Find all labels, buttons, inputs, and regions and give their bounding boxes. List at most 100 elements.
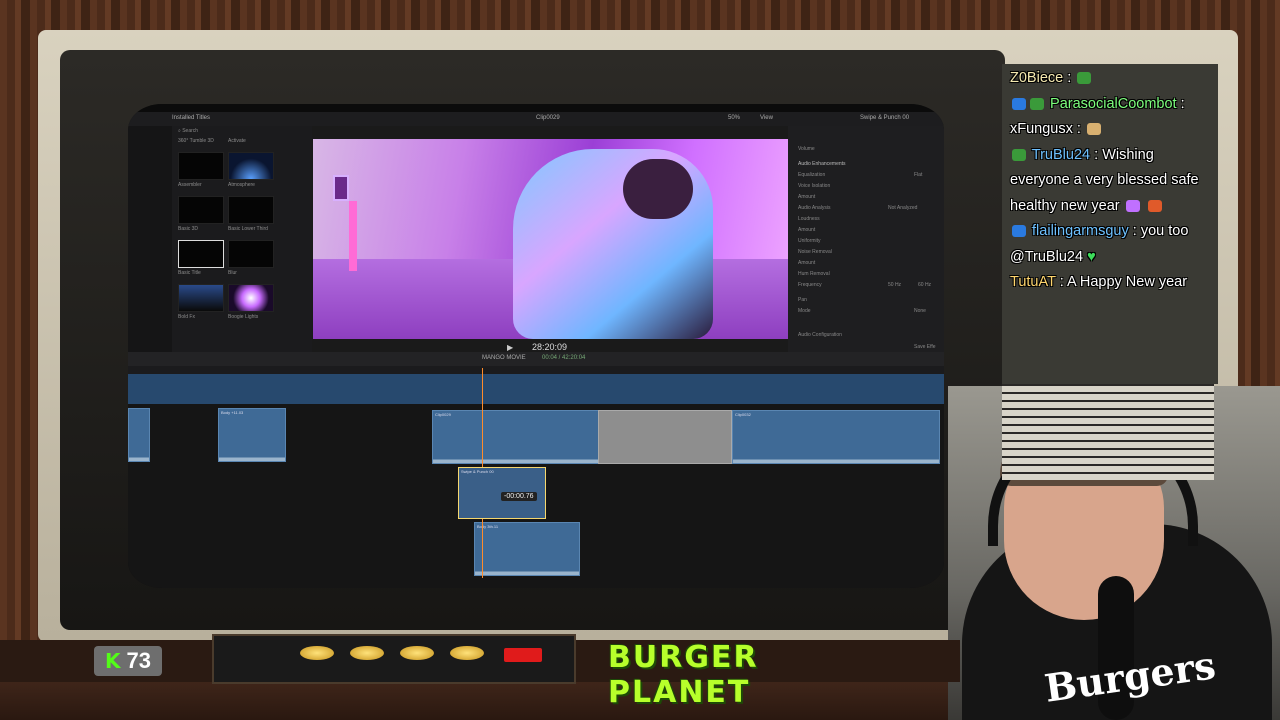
emote-icon xyxy=(1147,199,1162,212)
video-viewer: 28:20:09 ▶ xyxy=(312,126,788,352)
chat-message: ParasocialCoombot : xyxy=(1010,92,1210,118)
title-thumb-basic-lower-third[interactable] xyxy=(228,196,274,224)
frequency-label: Frequency xyxy=(798,282,822,288)
frequency-50-option[interactable]: 50 Hz xyxy=(888,282,901,288)
uniformity-label: Uniformity xyxy=(798,238,821,244)
audio-waveform-lane[interactable] xyxy=(128,374,944,404)
chat-username: TutuAT xyxy=(1010,274,1056,290)
chat-username: ParasocialCoombot xyxy=(1050,95,1177,112)
browser-title[interactable]: Installed Titles xyxy=(172,115,210,121)
chat-message: Z0Biece : xyxy=(1010,66,1210,92)
title-label: 360° Tumble 3D xyxy=(178,138,214,144)
emote-icon xyxy=(1086,123,1101,136)
title-thumb-blur[interactable] xyxy=(228,240,274,268)
timeline-clip[interactable] xyxy=(128,408,150,462)
view-menu[interactable]: View xyxy=(760,115,773,121)
menu-bar xyxy=(128,104,944,112)
zoom-level[interactable]: 50% xyxy=(728,115,740,121)
volume-label: Volume xyxy=(798,146,815,152)
title-thumb-boogie-lights[interactable] xyxy=(228,284,274,312)
equalization-select[interactable]: Flat xyxy=(914,172,922,178)
title-label: Boogie Lights xyxy=(228,314,259,320)
tv-knob xyxy=(300,646,334,660)
title-label: Atmosphere xyxy=(228,182,255,188)
loudness-label: Loudness xyxy=(798,216,820,222)
chat-message: flailingarmsguy : you too @TruBlu24 ♥ xyxy=(1010,223,1189,265)
play-icon[interactable]: ▶ xyxy=(507,343,513,352)
video-frame[interactable] xyxy=(313,139,788,339)
audio-configuration-label: Audio Configuration xyxy=(798,332,842,338)
timeline-clip[interactable]: Clip0029 xyxy=(432,410,600,464)
tv-speaker-grill xyxy=(1002,384,1214,480)
kick-icon: K xyxy=(105,649,121,673)
timeline-toolbar: MANGO MOVIE 00:04 / 42:20:04 xyxy=(128,352,944,366)
search-placeholder: Search xyxy=(182,128,199,134)
audio-enhancements-label: Audio Enhancements xyxy=(798,161,846,167)
app-toolbar: Installed Titles Clip0029 50% View Swipe… xyxy=(128,112,944,126)
tv-knob xyxy=(450,646,484,660)
chat-message: xFungusx : xyxy=(1010,117,1210,143)
timeline-ruler[interactable] xyxy=(128,366,944,374)
title-thumb-basic-title[interactable] xyxy=(178,240,224,268)
clip-title: Clip0029 xyxy=(435,412,451,417)
clip-name: Clip0029 xyxy=(536,115,560,121)
clip-title: Clip0032 xyxy=(735,412,751,417)
video-head xyxy=(623,159,693,219)
chat-text: A Happy New year xyxy=(1066,274,1188,290)
video-picture-frame xyxy=(333,175,349,201)
clip-title: Body 3th.11 xyxy=(477,524,499,529)
chat-username: xFungusx xyxy=(1010,121,1073,137)
tv-knob xyxy=(400,646,434,660)
inspector-title: Swipe & Punch 00 xyxy=(860,115,910,121)
timeline-clip[interactable]: Clip0032 xyxy=(732,410,940,464)
dragging-clip[interactable]: Swipe & Punch 00 -00:00.76 xyxy=(458,467,546,519)
title-thumb-assembler[interactable] xyxy=(178,152,224,180)
equalization-label: Equalization xyxy=(798,172,826,178)
clip-title: Body +11.03 xyxy=(221,410,244,415)
title-label: Assembler xyxy=(178,182,202,188)
clip-waveform xyxy=(475,538,579,575)
chat-message: TruBlu24 : Wishing everyone a very bless… xyxy=(1010,146,1199,214)
title-label: Basic Lower Third xyxy=(228,226,268,232)
mode-select[interactable]: None xyxy=(914,308,926,314)
timeline-clip[interactable]: Body 3th.11 xyxy=(474,522,580,576)
audio-analysis-value: Not Analyzed xyxy=(888,205,918,211)
chat-username: flailingarmsguy xyxy=(1032,223,1129,239)
emote-icon xyxy=(1077,72,1092,85)
chat-username: TruBlu24 xyxy=(1031,146,1091,163)
badge-icon xyxy=(1012,97,1026,110)
title-thumb-bold-fx[interactable] xyxy=(178,284,224,312)
clip-waveform xyxy=(129,424,149,461)
save-effects-button[interactable]: Save Effe xyxy=(914,344,936,350)
chat-overlay: Z0Biece : ParasocialCoombot : xFungusx :… xyxy=(1002,64,1218,384)
timeline-clip-gap[interactable] xyxy=(598,410,732,464)
badge-icon xyxy=(1012,225,1026,238)
titles-browser: ⌕ Search 360° Tumble 3D Activate Assembl… xyxy=(128,126,312,352)
chat-message: TutuAT : A Happy New year xyxy=(1010,274,1188,290)
title-label: Blur xyxy=(228,270,237,276)
title-thumb-basic-3d[interactable] xyxy=(178,196,224,224)
amount-label: Amount xyxy=(798,194,816,200)
mode-label: Mode xyxy=(798,308,811,314)
drag-offset-tooltip: -00:00.76 xyxy=(501,492,537,501)
search-field[interactable]: ⌕ Search xyxy=(178,128,198,134)
clip-waveform xyxy=(733,426,939,463)
clip-waveform xyxy=(433,426,599,463)
project-name[interactable]: MANGO MOVIE xyxy=(482,355,526,361)
chat-username: Z0Biece xyxy=(1010,70,1064,86)
viewer-count: 73 xyxy=(126,648,151,673)
tv-screen: Installed Titles Clip0029 50% View Swipe… xyxy=(128,104,944,588)
title-label: Activate xyxy=(228,138,246,144)
hum-removal-label: Hum Removal xyxy=(798,271,830,277)
tv-knob xyxy=(350,646,384,660)
heart-icon: ♥ xyxy=(1087,248,1096,265)
frequency-60-option[interactable]: 60 Hz xyxy=(918,282,931,288)
project-duration: 00:04 / 42:20:04 xyxy=(542,355,586,361)
badge-icon xyxy=(1012,148,1026,161)
kick-viewer-badge: K 73 xyxy=(94,646,162,676)
title-thumb-atmosphere[interactable] xyxy=(228,152,274,180)
chat-messages: Z0Biece : ParasocialCoombot : xFungusx :… xyxy=(1010,66,1210,296)
audio-analysis-label: Audio Analysis xyxy=(798,205,831,211)
timeline-clip[interactable]: Body +11.03 xyxy=(218,408,286,462)
noise-removal-label: Noise Removal xyxy=(798,249,832,255)
